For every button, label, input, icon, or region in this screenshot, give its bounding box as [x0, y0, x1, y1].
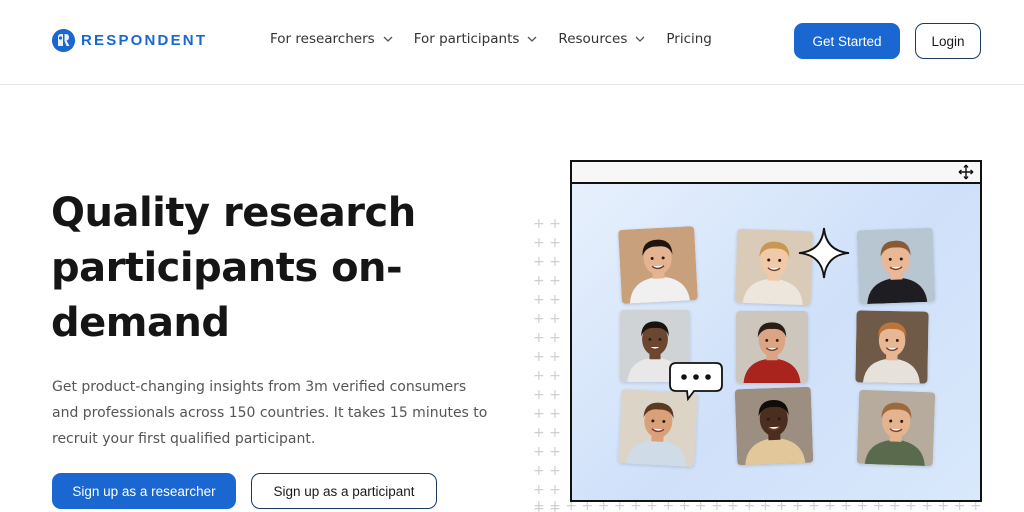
chevron-down-icon — [635, 36, 645, 42]
nav-for-participants[interactable]: For participants — [414, 31, 539, 47]
hero-title: Quality research participants on- demand — [51, 186, 521, 351]
nav-for-researchers[interactable]: For researchers — [270, 31, 394, 47]
nav-pricing[interactable]: Pricing — [666, 31, 712, 47]
nav-label: Pricing — [666, 31, 712, 47]
nav-label: For participants — [413, 31, 520, 47]
nav-label: For researchers — [270, 31, 375, 47]
chevron-down-icon — [383, 36, 393, 42]
hero-subtitle: Get product-changing insights from 3m ve… — [52, 379, 488, 447]
hero-title-line: demand — [51, 300, 230, 346]
signup-participant-button[interactable]: Sign up as a participant — [251, 473, 437, 509]
hero-title-line: Quality research — [51, 190, 416, 236]
decorative-plus-pattern: + + + + + + + + + + + + + + + + + + + + + + + + + + +… — [533, 216, 561, 512]
participant-photo-9 — [856, 389, 936, 467]
main-nav: For researchers For participants Resourc… — [270, 31, 732, 47]
participant-photo-8 — [734, 386, 814, 466]
participant-photo-5 — [736, 311, 808, 383]
move-icon[interactable] — [958, 164, 974, 180]
chevron-down-icon — [527, 36, 537, 42]
get-started-button[interactable]: Get Started — [794, 23, 900, 59]
participant-photo-6 — [855, 310, 929, 384]
window-title-bar — [572, 162, 980, 184]
sparkle-icon — [798, 227, 850, 279]
brand-logo[interactable]: RESPONDENT — [52, 29, 207, 52]
participant-photo-1 — [618, 226, 698, 304]
brand-name: RESPONDENT — [81, 32, 208, 49]
participant-photo-3 — [856, 227, 936, 305]
nav-resources[interactable]: Resources — [558, 31, 646, 47]
site-header: RESPONDENT For researchers For participa… — [0, 0, 1024, 85]
login-button[interactable]: Login — [915, 23, 981, 59]
chat-bubble-icon — [669, 362, 723, 401]
signup-researcher-button[interactable]: Sign up as a researcher — [52, 473, 236, 509]
hero-title-line: participants on- — [51, 245, 403, 291]
nav-label: Resources — [558, 31, 628, 47]
respondent-logo-icon — [52, 29, 75, 52]
